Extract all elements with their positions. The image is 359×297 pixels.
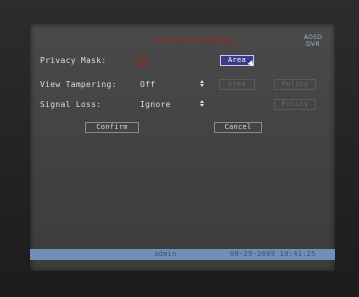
signal-loss-spin-icon[interactable] <box>200 100 205 108</box>
signal-loss-policy-button[interactable]: Policy <box>274 99 316 110</box>
checkmark-icon <box>139 56 146 63</box>
status-datetime: 09-29-2009 10:41:25 <box>230 250 316 258</box>
status-user: admin <box>154 250 177 258</box>
logo-line-2: DVR <box>306 41 320 48</box>
view-tampering-spin-icon[interactable] <box>200 80 205 88</box>
privacy-mask-checkbox[interactable] <box>137 56 148 65</box>
confirm-button[interactable]: Confirm <box>85 122 139 133</box>
status-bar: admin 09-29-2009 10:41:25 <box>30 249 335 260</box>
dvr-osd-screen: Advanced Settings AOSD DVR Privacy Mask:… <box>30 24 335 271</box>
cancel-button[interactable]: Cancel <box>214 122 262 133</box>
view-tampering-label: View Tampering: <box>40 80 117 89</box>
signal-loss-label: Signal Loss: <box>40 100 102 109</box>
view-tampering-area-button[interactable]: Area <box>219 79 255 90</box>
dvr-logo: AOSD DVR <box>300 34 326 50</box>
view-tampering-policy-button[interactable]: Policy <box>274 79 316 90</box>
view-tampering-select[interactable]: Off <box>140 80 155 89</box>
privacy-mask-label: Privacy Mask: <box>40 56 107 65</box>
mouse-cursor-icon <box>247 60 256 68</box>
signal-loss-select[interactable]: Ignore <box>140 100 171 109</box>
page-title: Advanced Settings <box>154 36 236 45</box>
logo-line-1: AOSD <box>303 34 323 41</box>
